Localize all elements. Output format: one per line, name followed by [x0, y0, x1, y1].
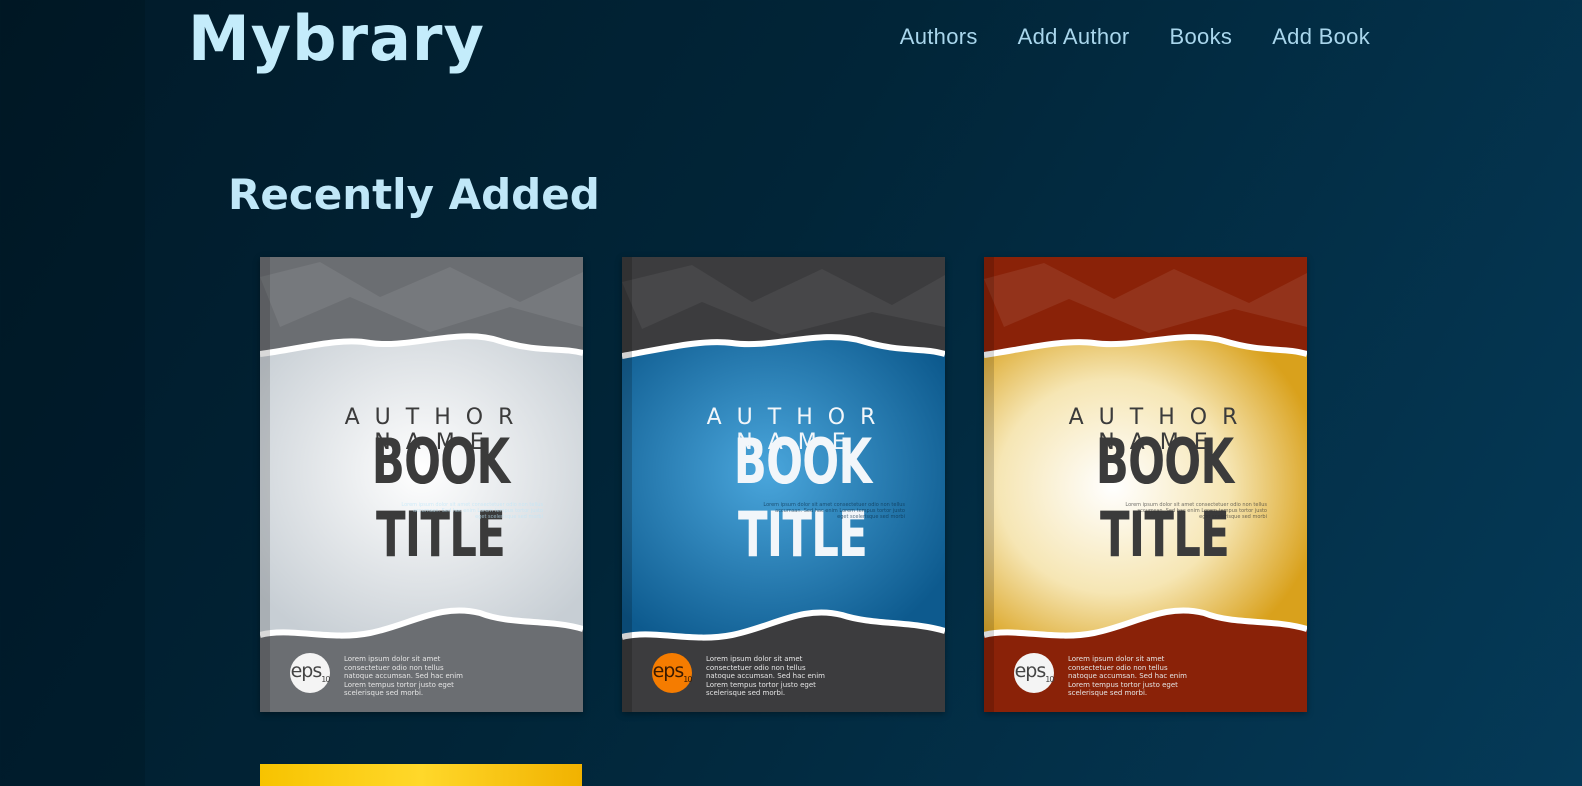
- cover-fine-print: Lorem ipsum dolor sit amet consectetuer …: [401, 502, 543, 520]
- eps-badge-icon: eps10: [652, 653, 692, 693]
- back-blurb: Lorem ipsum dolor sit amet consectetuer …: [706, 655, 825, 697]
- book-title: BOOK TITLE: [371, 425, 510, 571]
- back-blurb: Lorem ipsum dolor sit amet consectetuer …: [1068, 655, 1187, 697]
- nav-add-author[interactable]: Add Author: [1018, 24, 1130, 50]
- cover-fine-print: Lorem ipsum dolor sit amet consectetuer …: [1125, 502, 1267, 520]
- book-cover-3[interactable]: AUTHOR NAME BOOK TITLE Lorem ipsum dolor…: [984, 257, 1307, 712]
- nav-books[interactable]: Books: [1170, 24, 1233, 50]
- nav-add-book[interactable]: Add Book: [1272, 24, 1370, 50]
- back-blurb: Lorem ipsum dolor sit amet consectetuer …: [344, 655, 463, 697]
- brand-logo[interactable]: Mybrary: [188, 2, 485, 75]
- site-header: Mybrary Authors Add Author Books Add Boo…: [0, 0, 1582, 90]
- cover-fine-print: Lorem ipsum dolor sit amet consectetuer …: [763, 502, 905, 520]
- book-title: BOOK TITLE: [733, 425, 872, 571]
- book-title: BOOK TITLE: [1095, 425, 1234, 571]
- book-cover-4[interactable]: [260, 764, 582, 786]
- left-shade: [0, 0, 145, 786]
- eps-badge-icon: eps10: [1014, 653, 1054, 693]
- book-cover-1[interactable]: AUTHOR NAME BOOK TITLE Lorem ipsum dolor…: [260, 257, 583, 712]
- main-nav: Authors Add Author Books Add Book: [900, 24, 1370, 50]
- book-cover-2[interactable]: AUTHOR NAME BOOK TITLE Lorem ipsum dolor…: [622, 257, 945, 712]
- eps-badge-icon: eps10: [290, 653, 330, 693]
- nav-authors[interactable]: Authors: [900, 24, 978, 50]
- section-title: Recently Added: [228, 170, 600, 219]
